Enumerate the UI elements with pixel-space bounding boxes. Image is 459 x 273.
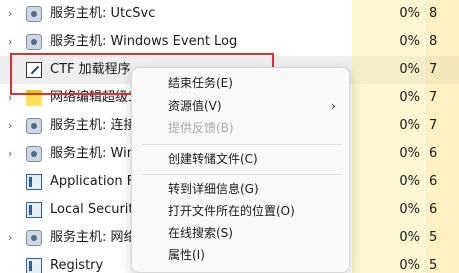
context-menu: 结束任务(E) 资源值(V) › 提供反馈(B) 创建转储文件(C) 转到详细信… xyxy=(131,67,350,273)
gear-icon xyxy=(26,34,42,50)
cpu-value: 0% xyxy=(399,90,420,105)
menu-item-feedback: 提供反馈(B) xyxy=(168,121,234,135)
gear-icon xyxy=(26,118,42,134)
cpu-value: 0% xyxy=(399,202,420,217)
menu-item-search-online[interactable]: 在线搜索(S) xyxy=(168,223,233,243)
expand-chevron-icon[interactable]: › xyxy=(8,112,12,140)
memory-cell: 6 xyxy=(425,168,459,196)
process-name: 服务主机: 网络 xyxy=(50,230,137,245)
memory-value: 6 xyxy=(429,174,438,189)
window-icon xyxy=(26,174,42,190)
memory-cell: 7 xyxy=(425,84,459,112)
menu-divider xyxy=(142,174,341,175)
memory-value: 7 xyxy=(429,62,438,77)
expand-chevron-icon[interactable]: › xyxy=(8,224,12,252)
menu-divider xyxy=(142,144,341,145)
memory-cell: 5 xyxy=(425,224,459,252)
cpu-cell: 0% xyxy=(352,0,424,28)
cpu-cell: 0% xyxy=(352,56,424,84)
edit-icon xyxy=(26,62,42,78)
process-name: Application Fr xyxy=(50,174,139,189)
memory-cell: 6 xyxy=(425,196,459,224)
menu-item-go-to-details[interactable]: 转到详细信息(G) xyxy=(168,179,259,199)
memory-value: 6 xyxy=(429,146,438,161)
memory-value: 5 xyxy=(429,258,438,273)
expand-chevron-icon[interactable]: › xyxy=(8,140,12,168)
menu-item-create-dump[interactable]: 创建转储文件(C) xyxy=(168,149,258,169)
folder-icon xyxy=(26,90,42,106)
expand-chevron-icon[interactable]: › xyxy=(8,84,12,112)
cpu-cell: 0% xyxy=(352,84,424,112)
memory-cell: 8 xyxy=(425,28,459,56)
process-name: Local Security xyxy=(50,202,142,217)
gear-icon xyxy=(26,230,42,246)
memory-value: 8 xyxy=(429,6,438,21)
process-name: Registry xyxy=(50,258,104,273)
expand-chevron-icon[interactable]: › xyxy=(8,28,12,56)
process-name: 网络编辑超级工 xyxy=(50,90,142,105)
cpu-cell: 0% xyxy=(352,168,424,196)
cpu-cell: 0% xyxy=(352,196,424,224)
process-row[interactable]: › 服务主机: UtcSvc 0% 8 xyxy=(0,0,459,28)
cpu-value: 0% xyxy=(399,34,420,49)
process-name: 服务主机: UtcSvc xyxy=(50,6,156,21)
gear-icon xyxy=(26,146,42,162)
cpu-cell: 0% xyxy=(352,140,424,168)
memory-cell: 6 xyxy=(425,140,459,168)
memory-value: 8 xyxy=(429,34,438,49)
memory-value: 5 xyxy=(429,230,438,245)
process-name: 服务主机: Wind xyxy=(50,146,144,161)
cpu-value: 0% xyxy=(399,6,420,21)
cpu-cell: 0% xyxy=(352,224,424,252)
window-icon xyxy=(26,202,42,218)
process-row[interactable]: › 服务主机: Windows Event Log 0% 8 xyxy=(0,28,459,56)
cpu-value: 0% xyxy=(399,230,420,245)
process-name: 服务主机: Windows Event Log xyxy=(50,34,238,49)
cpu-value: 0% xyxy=(399,174,420,189)
cpu-cell: 0% xyxy=(352,28,424,56)
submenu-arrow-icon: › xyxy=(331,99,336,113)
memory-value: 6 xyxy=(429,202,438,217)
memory-cell: 8 xyxy=(425,0,459,28)
expand-chevron-icon[interactable]: › xyxy=(8,0,12,28)
menu-item-resource-values[interactable]: 资源值(V) xyxy=(168,96,222,116)
cpu-cell: 0% xyxy=(352,252,424,273)
cpu-value: 0% xyxy=(399,118,420,133)
cpu-value: 0% xyxy=(399,258,420,273)
process-name: 服务主机: 连接 xyxy=(50,118,137,133)
gear-icon xyxy=(26,6,42,22)
memory-cell: 5 xyxy=(425,252,459,273)
memory-cell: 7 xyxy=(425,112,459,140)
cpu-value: 0% xyxy=(399,62,420,77)
window-icon xyxy=(26,258,42,273)
menu-item-open-file-location[interactable]: 打开文件所在的位置(O) xyxy=(168,201,295,221)
cpu-value: 0% xyxy=(399,146,420,161)
memory-value: 7 xyxy=(429,118,438,133)
process-name: CTF 加载程序 xyxy=(50,62,131,77)
cpu-cell: 0% xyxy=(352,112,424,140)
memory-value: 7 xyxy=(429,90,438,105)
memory-cell: 7 xyxy=(425,56,459,84)
menu-item-end-task[interactable]: 结束任务(E) xyxy=(168,73,233,93)
menu-item-properties[interactable]: 属性(I) xyxy=(168,245,205,265)
